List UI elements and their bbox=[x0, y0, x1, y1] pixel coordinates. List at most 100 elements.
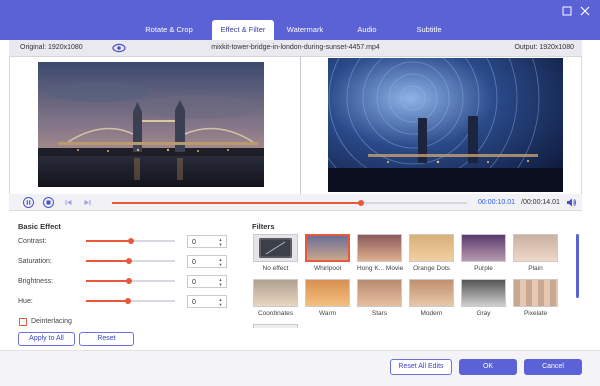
deinterlacing-checkbox[interactable] bbox=[19, 318, 27, 326]
hue-slider-fill bbox=[86, 300, 128, 302]
filter-thumbnail bbox=[513, 279, 558, 307]
preview-divider bbox=[300, 57, 301, 194]
reset-button[interactable]: Reset bbox=[79, 332, 134, 346]
saturation-slider[interactable] bbox=[86, 258, 175, 264]
saturation-stepper[interactable]: 0 ▲ ▼ bbox=[187, 255, 227, 268]
filter-purple[interactable]: Purple bbox=[461, 234, 506, 272]
file-name: mixkit-tower-bridge-in-london-during-sun… bbox=[211, 44, 380, 51]
info-bar: Original: 1920x1080 mixkit-tower-bridge-… bbox=[9, 40, 582, 57]
progress-fill bbox=[112, 202, 361, 204]
pause-icon[interactable] bbox=[23, 197, 34, 208]
tab-audio[interactable]: Audio bbox=[336, 20, 398, 40]
hue-stepper[interactable]: 0 ▲ ▼ bbox=[187, 295, 227, 308]
filter-pixelate[interactable]: Pixelate bbox=[513, 279, 558, 317]
filter-label: Warm bbox=[318, 310, 337, 317]
filter-stars[interactable]: Stars bbox=[357, 279, 402, 317]
filter-label: Hong K... Movie bbox=[357, 265, 404, 272]
volume-icon[interactable] bbox=[566, 197, 577, 208]
filter-hong-kong-movie[interactable]: Hong K... Movie bbox=[357, 234, 404, 272]
filter-no-effect[interactable]: No effect bbox=[253, 234, 298, 272]
stop-icon[interactable] bbox=[43, 197, 54, 208]
filter-thumbnail bbox=[305, 234, 350, 262]
decrease-arrow-icon[interactable]: ▼ bbox=[217, 242, 224, 247]
filter-thumbnail bbox=[409, 279, 454, 307]
filter-gray[interactable]: Gray bbox=[461, 279, 506, 317]
filter-whirlpool[interactable]: Whirlpool bbox=[305, 234, 350, 272]
contrast-slider[interactable] bbox=[86, 238, 175, 244]
tab-watermark[interactable]: Watermark bbox=[274, 20, 336, 40]
filter-label: No effect bbox=[262, 265, 289, 272]
saturation-value: 0 bbox=[192, 259, 196, 266]
filter-orange-dots[interactable]: Orange Dots bbox=[409, 234, 454, 272]
filters-title: Filters bbox=[252, 222, 275, 231]
next-frame-icon[interactable] bbox=[82, 197, 93, 208]
hue-label: Hue: bbox=[18, 298, 33, 305]
contrast-stepper[interactable]: 0 ▲ ▼ bbox=[187, 235, 227, 248]
reset-all-edits-button[interactable]: Reset All Edits bbox=[390, 359, 452, 375]
output-resolution: Output: 1920x1080 bbox=[514, 44, 574, 51]
filter-label: Orange Dots bbox=[413, 265, 450, 272]
filter-thumbnail bbox=[305, 279, 350, 307]
contrast-slider-handle[interactable] bbox=[127, 238, 134, 244]
filter-warm[interactable]: Warm bbox=[305, 279, 350, 317]
filter-thumbnail bbox=[461, 234, 506, 262]
filter-thumbnail bbox=[409, 234, 454, 262]
restore-icon[interactable] bbox=[561, 6, 573, 18]
brightness-slider-handle[interactable] bbox=[125, 278, 132, 284]
filter-modern[interactable]: Modern bbox=[409, 279, 454, 317]
contrast-label: Contrast: bbox=[18, 238, 47, 245]
filter-label: Modern bbox=[420, 310, 443, 317]
decrease-arrow-icon[interactable]: ▼ bbox=[217, 262, 224, 267]
tab-bar: Rotate & Crop Effect & Filter Watermark … bbox=[126, 20, 460, 40]
filter-thumbnail bbox=[253, 279, 298, 307]
filter-label: Plain bbox=[528, 265, 543, 272]
decrease-arrow-icon[interactable]: ▼ bbox=[217, 282, 224, 287]
tab-effect-filter[interactable]: Effect & Filter bbox=[212, 20, 274, 40]
brightness-slider-fill bbox=[86, 280, 129, 282]
contrast-value: 0 bbox=[192, 239, 196, 246]
filter-thumbnail bbox=[357, 279, 402, 307]
filter-next-row-peek bbox=[253, 324, 298, 328]
filter-label: Stars bbox=[371, 310, 388, 317]
saturation-label: Saturation: bbox=[18, 258, 52, 265]
filter-label: Whirlpool bbox=[313, 265, 342, 272]
cancel-button[interactable]: Cancel bbox=[524, 359, 582, 375]
hue-slider-handle[interactable] bbox=[124, 298, 131, 304]
current-time: 00:00:10.01 bbox=[478, 199, 515, 206]
filter-thumbnail bbox=[513, 234, 558, 262]
progress-track[interactable] bbox=[112, 200, 467, 206]
tab-rotate-crop[interactable]: Rotate & Crop bbox=[126, 20, 212, 40]
total-time: /00:00:14.01 bbox=[521, 199, 560, 206]
ok-button[interactable]: OK bbox=[459, 359, 517, 375]
filter-thumbnail bbox=[357, 234, 402, 262]
filter-label: Coordinates bbox=[257, 310, 294, 317]
filter-label: Purple bbox=[474, 265, 493, 272]
filter-plain[interactable]: Plain bbox=[513, 234, 558, 272]
original-preview-image bbox=[38, 62, 264, 187]
title-bar: Rotate & Crop Effect & Filter Watermark … bbox=[0, 0, 600, 40]
filter-label: Gray bbox=[476, 310, 491, 317]
saturation-slider-fill bbox=[86, 260, 129, 262]
filters-scrollbar[interactable] bbox=[576, 234, 579, 298]
progress-handle[interactable] bbox=[357, 200, 364, 206]
basic-effect-title: Basic Effect bbox=[18, 222, 61, 231]
brightness-stepper[interactable]: 0 ▲ ▼ bbox=[187, 275, 227, 288]
filter-coordinates[interactable]: Coordinates bbox=[253, 279, 298, 317]
tab-subtitle[interactable]: Subtitle bbox=[398, 20, 460, 40]
filter-thumbnail bbox=[461, 279, 506, 307]
footer-bar: Reset All Edits OK Cancel bbox=[0, 350, 600, 386]
saturation-slider-handle[interactable] bbox=[125, 258, 132, 264]
contrast-slider-fill bbox=[86, 240, 131, 242]
close-icon[interactable] bbox=[579, 6, 591, 18]
hue-value: 0 bbox=[192, 299, 196, 306]
brightness-slider[interactable] bbox=[86, 278, 175, 284]
decrease-arrow-icon[interactable]: ▼ bbox=[217, 302, 224, 307]
filter-thumbnail bbox=[253, 234, 298, 262]
apply-to-all-button[interactable]: Apply to All bbox=[18, 332, 75, 346]
brightness-label: Brightness: bbox=[18, 278, 54, 285]
player-controls: 00:00:10.01 /00:00:14.01 bbox=[9, 194, 582, 211]
filter-label: Pixelate bbox=[523, 310, 548, 317]
previous-frame-icon[interactable] bbox=[63, 197, 74, 208]
brightness-value: 0 bbox=[192, 279, 196, 286]
hue-slider[interactable] bbox=[86, 298, 175, 304]
